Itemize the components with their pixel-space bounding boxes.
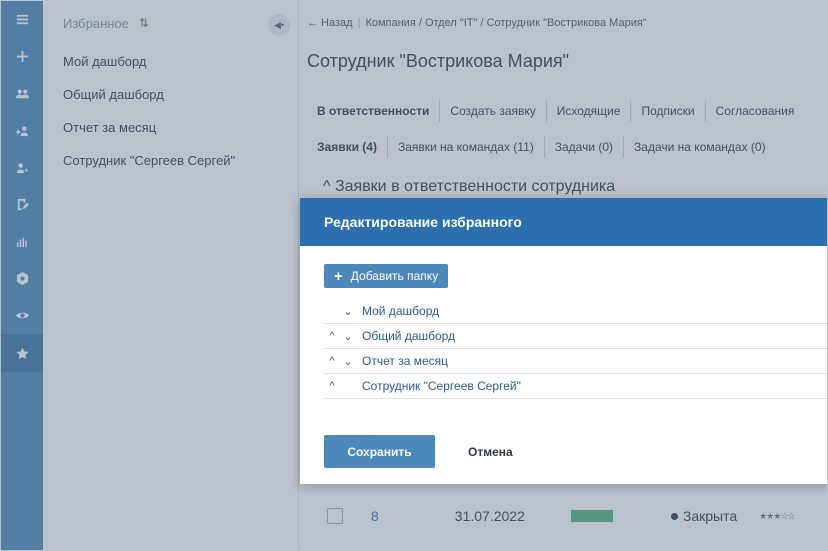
favorite-name[interactable]: Общий дашборд (362, 329, 455, 343)
move-up-icon[interactable]: ^ (324, 355, 340, 367)
favorite-name[interactable]: Мой дашборд (362, 304, 439, 318)
plus-icon: + (334, 267, 343, 285)
modal-title: Редактирование избранного (300, 198, 827, 246)
list-item: ^ ⌄ Мой дашборд (324, 299, 827, 324)
edit-favorites-modal: Редактирование избранного + Добавить пап… (300, 198, 827, 484)
app-window: Избранное ⇅ ◀• Мой дашборд Общий дашборд… (0, 0, 828, 551)
move-down-icon[interactable]: ⌄ (340, 355, 356, 368)
add-folder-button[interactable]: + Добавить папку (324, 264, 449, 288)
favorite-name[interactable]: Отчет за месяц (362, 354, 448, 368)
move-down-icon[interactable]: ⌄ (340, 330, 356, 343)
save-button[interactable]: Сохранить (324, 435, 435, 468)
move-up-icon[interactable]: ^ (324, 330, 340, 342)
cancel-button[interactable]: Отмена (468, 435, 513, 468)
favorite-name[interactable]: Сотрудник "Сергеев Сергей" (362, 379, 521, 393)
list-item: ^ ⌄ Общий дашборд (324, 324, 827, 349)
favorites-edit-list: ^ ⌄ Мой дашборд ^ ⌄ Общий дашборд ^ ⌄ От… (324, 299, 827, 399)
list-item: ^ ⌄ Сотрудник "Сергеев Сергей" (324, 374, 827, 399)
add-folder-label: Добавить папку (350, 269, 439, 283)
list-item: ^ ⌄ Отчет за месяц (324, 349, 827, 374)
move-up-icon[interactable]: ^ (324, 380, 340, 392)
move-down-icon[interactable]: ⌄ (340, 305, 356, 318)
